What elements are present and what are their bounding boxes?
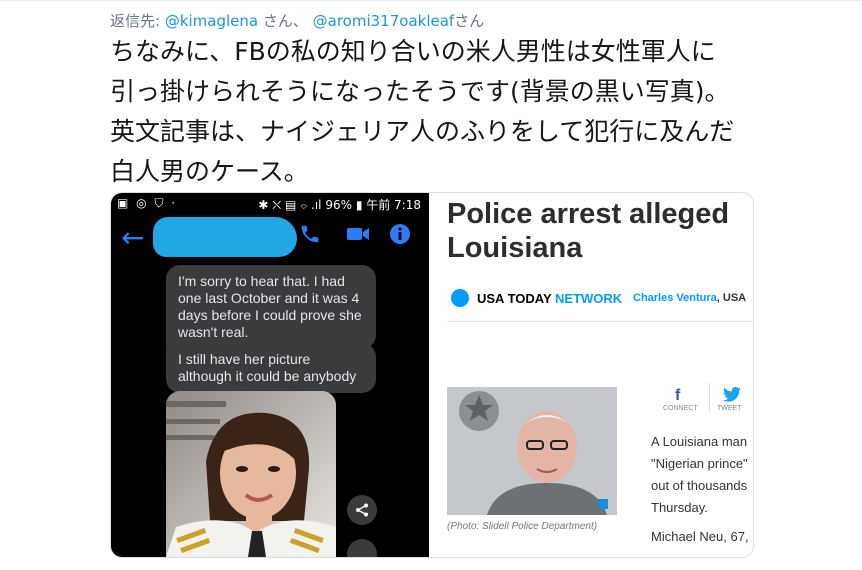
message-bubble: I'm sorry to hear that. I had one last O… — [166, 265, 376, 349]
body-line: "Nigerian prince" — [651, 456, 748, 471]
reply-suffix: さん、 — [258, 12, 313, 30]
photo-caption: (Photo: Slidell Police Department) — [447, 521, 598, 532]
message-bubble: I still have her picture although it cou… — [166, 343, 376, 393]
back-arrow-icon[interactable]: ← — [121, 221, 144, 254]
tweet-text: ちなみに、FBの私の知り合いの米人男性は女性軍人に 引っ掛けられそうになったそう… — [110, 32, 810, 192]
tweet-line: 白人男のケース。 — [110, 157, 309, 186]
connect-label: CONNECT — [663, 405, 698, 412]
social-separator — [709, 383, 710, 413]
tweet-media[interactable]: ▣ ◎ ⛉ · ✱ ⛌ ▤ ⌔ .ıl 96% ▮ 午前 7:18 ← I'm … — [110, 192, 754, 558]
tweet-line: 英文記事は、ナイジェリア人のふりをして犯行に及んだ — [110, 117, 735, 146]
share-icon[interactable] — [347, 495, 377, 525]
usa-today-logo-icon — [451, 289, 469, 307]
twitter-icon[interactable] — [723, 387, 741, 407]
news-article-screenshot[interactable]: Police arrest alleged Louisiana USA TODA… — [429, 193, 753, 557]
tweet-label: TWEET — [717, 405, 742, 412]
body-line: out of thousands — [651, 478, 748, 493]
mention-link[interactable]: @kimaglena — [165, 12, 258, 30]
article-body-continued: Michael Neu, 67, — [651, 529, 749, 544]
tweet-line: ちなみに、FBの私の知り合いの米人男性は女性軍人に — [110, 37, 716, 66]
phone-icon[interactable] — [299, 223, 321, 249]
publisher-brand: USA TODAY — [477, 291, 556, 306]
android-status-bar: ▣ ◎ ⛉ · ✱ ⛌ ▤ ⌔ .ıl 96% ▮ 午前 7:18 — [111, 193, 429, 215]
article-headline: Police arrest alleged Louisiana — [447, 197, 729, 265]
reply-suffix: さん — [454, 12, 485, 30]
headline-line: Police arrest alleged — [447, 198, 730, 230]
top-divider — [0, 0, 862, 1]
video-icon[interactable] — [345, 223, 371, 249]
social-share-bar: f CONNECT TWEET — [651, 383, 753, 415]
headline-line: Louisiana — [447, 232, 583, 264]
article-body: A Louisiana man "Nigerian prince" out of… — [651, 431, 748, 519]
reply-to-line: 返信先: @kimaglena さん、 @aromi317oakleafさん — [110, 10, 484, 31]
more-button[interactable] — [347, 539, 377, 557]
mugshot-photo — [447, 387, 617, 515]
publisher-name: USA TODAY NETWORK — [477, 291, 622, 306]
status-icons-left: ▣ ◎ ⛉ · — [117, 196, 178, 210]
author-name[interactable]: Charles Ventura, USA — [633, 292, 746, 304]
redacted-contact-name — [153, 217, 297, 257]
body-line: Thursday. — [651, 500, 708, 515]
messenger-app-bar: ← — [111, 215, 429, 263]
facebook-icon[interactable]: f — [675, 387, 680, 405]
publisher-network: NETWORK — [555, 291, 623, 306]
messenger-screenshot[interactable]: ▣ ◎ ⛉ · ✱ ⛌ ▤ ⌔ .ıl 96% ▮ 午前 7:18 ← I'm … — [111, 193, 429, 557]
article-byline: USA TODAY NETWORK Charles Ventura, USA — [451, 286, 753, 312]
mention-link[interactable]: @aromi317oakleaf — [313, 12, 455, 30]
status-icons-right: ✱ ⛌ ▤ ⌔ .ıl 96% ▮ 午前 7:18 — [258, 198, 421, 212]
info-icon[interactable] — [389, 223, 411, 249]
tweet-line: 引っ掛けられそうになったそうです(背景の黒い写真)。 — [110, 77, 730, 106]
author-text: Charles Ventura — [633, 292, 717, 304]
author-suffix: , USA — [716, 292, 747, 304]
byline-divider — [447, 321, 753, 322]
body-line: A Louisiana man — [651, 434, 748, 449]
shared-photo[interactable] — [166, 391, 336, 557]
reply-prefix: 返信先: — [110, 12, 165, 30]
